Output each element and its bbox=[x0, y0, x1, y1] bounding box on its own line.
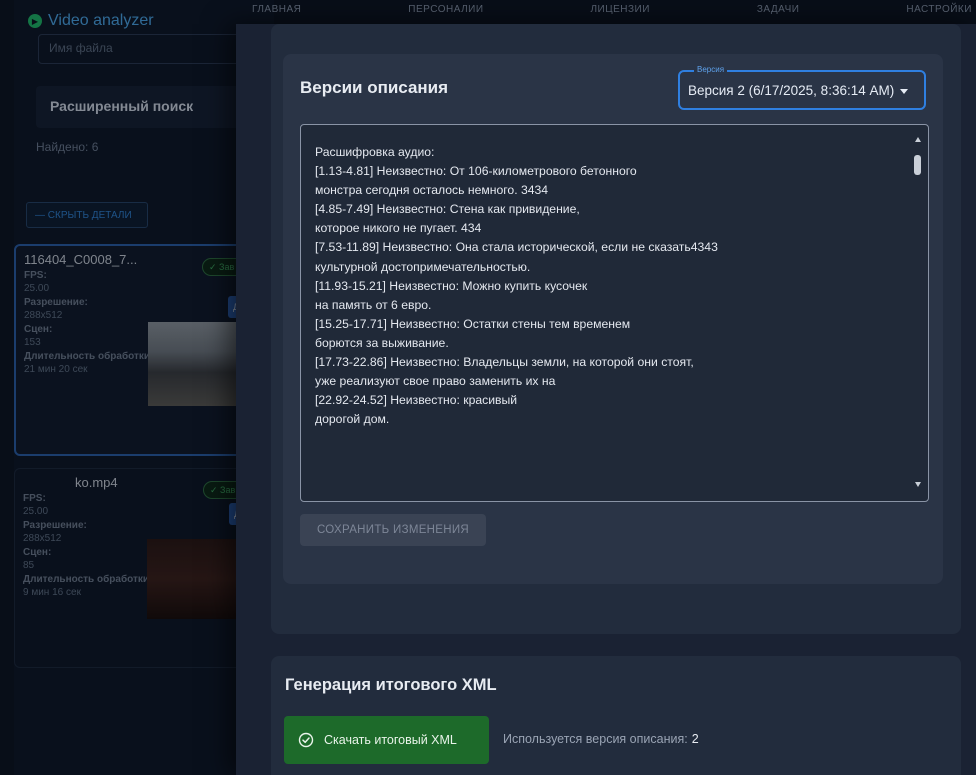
nav-item-home[interactable]: ГЛАВНАЯ bbox=[252, 4, 301, 22]
description-textarea[interactable]: Расшифровка аудио: [1.13-4.81] Неизвестн… bbox=[300, 124, 929, 502]
download-xml-button[interactable]: Скачать итоговый XML bbox=[284, 716, 489, 764]
version-select-label: Версия bbox=[694, 65, 728, 74]
download-xml-label: Скачать итоговый XML bbox=[324, 733, 457, 747]
xml-title: Генерация итогового XML bbox=[285, 676, 497, 694]
nav-item-licenses[interactable]: ЛИЦЕНЗИИ bbox=[590, 4, 649, 22]
caret-down-icon bbox=[900, 88, 909, 94]
fps-value: 25.00 bbox=[24, 283, 50, 294]
nav-item-tasks[interactable]: ЗАДАЧИ bbox=[757, 4, 800, 22]
brand-name: Video analyzer bbox=[48, 12, 154, 29]
xml-version-number: 2 bbox=[691, 732, 699, 746]
video-thumbnail[interactable] bbox=[147, 539, 247, 619]
description-text: Расшифровка аудио: [1.13-4.81] Неизвестн… bbox=[315, 145, 718, 427]
save-changes-button[interactable]: СОХРАНИТЬ ИЗМЕНЕНИЯ bbox=[300, 514, 486, 546]
xml-generation-section: Генерация итогового XML Скачать итоговый… bbox=[271, 656, 961, 775]
scroll-down-icon[interactable] bbox=[915, 482, 921, 487]
results-count: Найдено: 6 bbox=[36, 140, 99, 154]
play-icon: ▶ bbox=[28, 14, 42, 28]
video-card[interactable]: 116404_C0008_7... ✓ Зав Д FPS: 25.00 Раз… bbox=[14, 244, 250, 456]
video-thumbnail[interactable] bbox=[148, 322, 248, 406]
resolution-label: Разрешение: bbox=[23, 520, 87, 531]
hide-details-button[interactable]: — СКРЫТЬ ДЕТАЛИ bbox=[26, 202, 148, 228]
resolution-value: 288x512 bbox=[24, 310, 63, 321]
xml-version-note: Используется версия описания: 2 bbox=[503, 732, 699, 746]
scroll-up-icon[interactable] bbox=[915, 137, 921, 142]
advanced-search-toggle[interactable]: Расширенный поиск bbox=[36, 86, 256, 128]
versions-title: Версии описания bbox=[300, 78, 449, 97]
fps-value: 25.00 bbox=[23, 506, 49, 517]
app-brand[interactable]: ▶ Video analyzer bbox=[28, 12, 154, 30]
nav-item-settings[interactable]: НАСТРОЙКИ bbox=[906, 4, 972, 22]
versions-section: Версии описания Версия Версия 2 (6/17/20… bbox=[271, 24, 961, 634]
details-sheet: Версии описания Версия Версия 2 (6/17/20… bbox=[236, 24, 976, 775]
xml-version-note-label: Используется версия описания: bbox=[503, 732, 688, 746]
version-select[interactable]: Версия Версия 2 (6/17/2025, 8:36:14 AM) bbox=[678, 65, 926, 110]
version-select-value: Версия 2 (6/17/2025, 8:36:14 AM) bbox=[688, 83, 895, 98]
versions-panel: Версии описания Версия Версия 2 (6/17/20… bbox=[283, 54, 943, 584]
resolution-label: Разрешение: bbox=[24, 297, 88, 308]
top-nav: ГЛАВНАЯ ПЕРСОНАЛИИ ЛИЦЕНЗИИ ЗАДАЧИ НАСТР… bbox=[246, 4, 976, 22]
textarea-scrollbar[interactable] bbox=[911, 137, 925, 487]
file-name-input[interactable]: Имя файла bbox=[38, 34, 258, 64]
nav-item-persons[interactable]: ПЕРСОНАЛИИ bbox=[408, 4, 483, 22]
video-card[interactable]: ko.mp4 ✓ Зав Д FPS: 25.00 Разрешение: 28… bbox=[14, 468, 250, 668]
scroll-thumb[interactable] bbox=[914, 155, 921, 175]
check-circle-icon bbox=[298, 732, 314, 748]
